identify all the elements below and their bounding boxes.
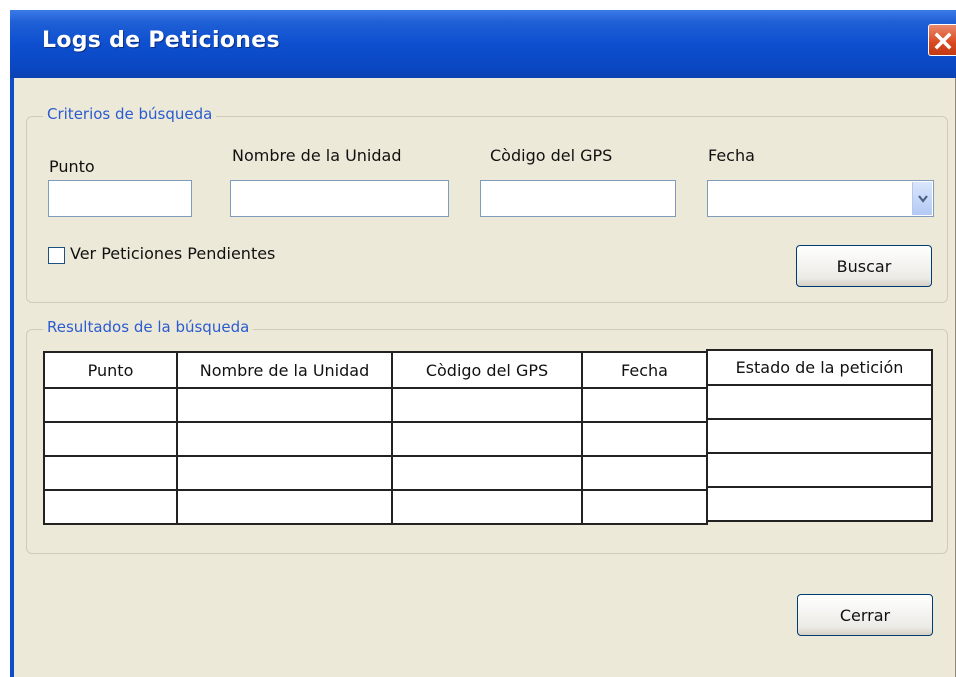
table-cell[interactable] — [706, 384, 933, 420]
pending-requests-checkbox[interactable] — [48, 247, 65, 264]
close-button[interactable]: Cerrar — [797, 594, 933, 636]
title-bar[interactable]: Logs de Peticiones — [10, 10, 956, 78]
gps-input[interactable] — [480, 180, 676, 217]
table-cell[interactable] — [176, 421, 393, 457]
table-cell[interactable] — [391, 489, 583, 525]
table-cell[interactable] — [581, 455, 708, 491]
search-button[interactable]: Buscar — [796, 245, 932, 287]
table-cell[interactable] — [43, 387, 178, 423]
search-criteria-legend: Criterios de búsqueda — [43, 105, 217, 123]
table-cell[interactable] — [176, 387, 393, 423]
punto-label: Punto — [49, 157, 95, 176]
table-cell[interactable] — [581, 421, 708, 457]
chevron-down-icon — [918, 195, 928, 203]
gps-label: Còdigo del GPS — [490, 146, 613, 165]
close-icon — [934, 32, 952, 50]
table-cell[interactable] — [391, 421, 583, 457]
fecha-select[interactable] — [707, 180, 934, 217]
table-cell[interactable] — [581, 489, 708, 525]
close-window-button[interactable] — [928, 24, 956, 56]
table-cell[interactable] — [176, 455, 393, 491]
window-left-border — [10, 78, 14, 677]
table-cell[interactable] — [391, 387, 583, 423]
table-cell[interactable] — [706, 486, 933, 522]
table-cell[interactable] — [176, 489, 393, 525]
fecha-dropdown-button[interactable] — [912, 182, 932, 215]
table-cell[interactable] — [391, 455, 583, 491]
table-cell[interactable] — [43, 421, 178, 457]
unidad-label: Nombre de la Unidad — [232, 146, 402, 165]
fecha-label: Fecha — [708, 146, 755, 165]
pending-requests-label[interactable]: Ver Peticiones Pendientes — [70, 244, 275, 263]
punto-input[interactable] — [48, 180, 192, 217]
dialog-window: Logs de Peticiones Criterios de búsqueda… — [10, 10, 956, 677]
unidad-input[interactable] — [230, 180, 449, 217]
column-header-punto[interactable]: Punto — [43, 351, 178, 389]
column-header-fecha[interactable]: Fecha — [581, 351, 708, 389]
window-title: Logs de Peticiones — [42, 28, 280, 53]
table-cell[interactable] — [43, 489, 178, 525]
table-cell[interactable] — [706, 452, 933, 488]
search-results-legend: Resultados de la búsqueda — [43, 318, 254, 336]
column-header-unidad[interactable]: Nombre de la Unidad — [176, 351, 393, 389]
table-cell[interactable] — [706, 418, 933, 454]
column-header-gps[interactable]: Còdigo del GPS — [391, 351, 583, 389]
column-header-estado[interactable]: Estado de la petición — [706, 349, 933, 386]
table-cell[interactable] — [581, 387, 708, 423]
table-cell[interactable] — [43, 455, 178, 491]
